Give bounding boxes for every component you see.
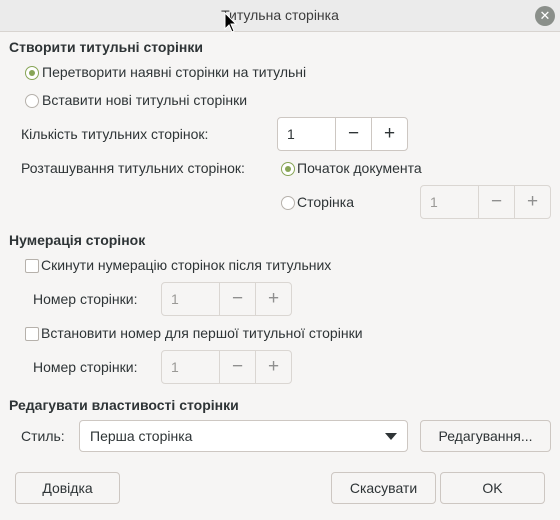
style-value: Перша сторінка [90,428,193,444]
placement-label: Розташування титульних сторінок: [21,160,245,176]
page-radio-label[interactable]: Сторінка [297,194,354,210]
help-button[interactable]: Довідка [15,472,120,504]
style-label: Стиль: [21,428,65,444]
set-page-field: 1 [171,359,179,375]
properties-section-heading: Редагувати властивості сторінки [9,397,239,413]
minus-icon: − [219,283,255,315]
convert-existing-radio[interactable] [25,66,39,80]
page-spinner: 1 − + [420,185,551,219]
cancel-button[interactable]: Скасувати [331,472,436,504]
page-field: 1 [430,194,438,210]
count-field[interactable]: 1 [278,118,335,150]
plus-icon: + [255,283,291,315]
reset-page-number-label: Номер сторінки: [33,291,138,307]
convert-existing-label[interactable]: Перетворити наявні сторінки на титульні [42,64,306,80]
numbering-section-heading: Нумерація сторінок [9,232,146,248]
style-dropdown[interactable]: Перша сторінка [79,420,408,452]
ok-button[interactable]: OK [440,472,545,504]
page-radio[interactable] [281,196,295,210]
plus-icon[interactable]: + [371,118,407,150]
plus-icon: + [514,186,550,218]
minus-icon: − [219,351,255,383]
chevron-down-icon [385,433,397,440]
close-icon[interactable]: ✕ [535,6,555,26]
reset-numbering-checkbox[interactable] [25,259,39,273]
document-start-radio[interactable] [281,162,295,176]
count-spinner[interactable]: 1 − + [277,117,408,151]
reset-numbering-label[interactable]: Скинути нумерацію сторінок після титульн… [41,257,331,273]
mouse-cursor-icon [224,12,238,33]
reset-page-spinner: 1 − + [161,282,292,316]
minus-icon[interactable]: − [335,118,371,150]
reset-page-field: 1 [171,291,179,307]
plus-icon: + [255,351,291,383]
set-page-spinner: 1 − + [161,350,292,384]
set-first-page-label[interactable]: Встановити номер для першої титульної ст… [41,325,363,341]
document-start-label[interactable]: Початок документа [297,160,422,176]
count-label: Кількість титульних сторінок: [21,126,209,142]
insert-new-radio[interactable] [25,94,39,108]
edit-properties-button[interactable]: Редагування... [420,420,551,452]
window-title: Титульна сторінка [221,7,339,23]
set-first-page-checkbox[interactable] [25,327,39,341]
minus-icon: − [478,186,514,218]
create-section-heading: Створити титульні сторінки [9,39,203,55]
insert-new-label[interactable]: Вставити нові титульні сторінки [42,92,247,108]
set-page-number-label: Номер сторінки: [33,359,138,375]
